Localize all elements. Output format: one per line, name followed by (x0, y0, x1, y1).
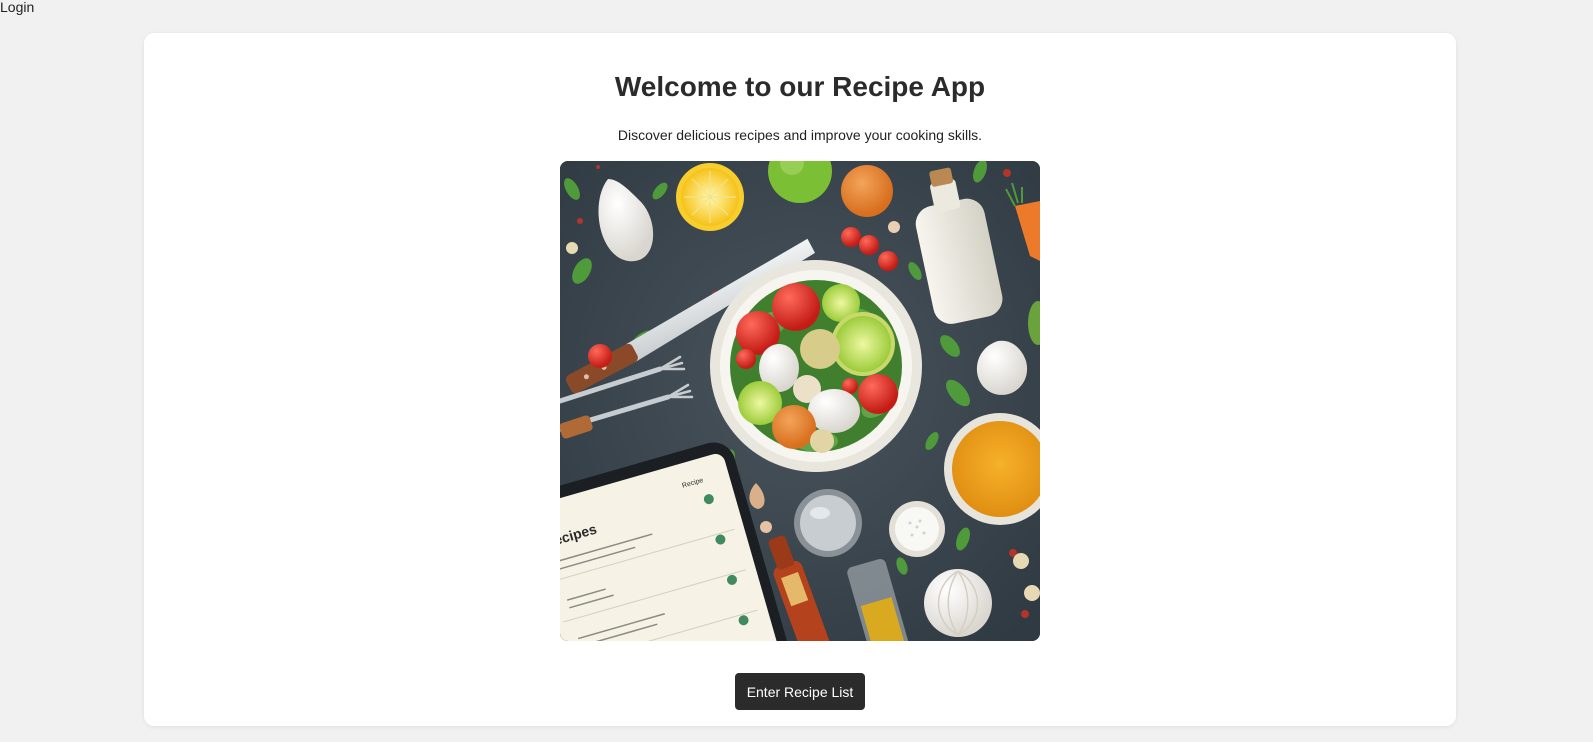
login-link[interactable]: Login (0, 0, 34, 14)
hero-illustration: Recipes Recipe (560, 161, 1040, 641)
enter-recipe-list-button[interactable]: Enter Recipe List (735, 673, 865, 710)
page-subtitle: Discover delicious recipes and improve y… (617, 127, 983, 143)
welcome-card: Welcome to our Recipe App Discover delic… (144, 33, 1456, 726)
page-title: Welcome to our Recipe App (614, 71, 986, 102)
recipe-hero-image: Recipes Recipe (560, 161, 1040, 641)
